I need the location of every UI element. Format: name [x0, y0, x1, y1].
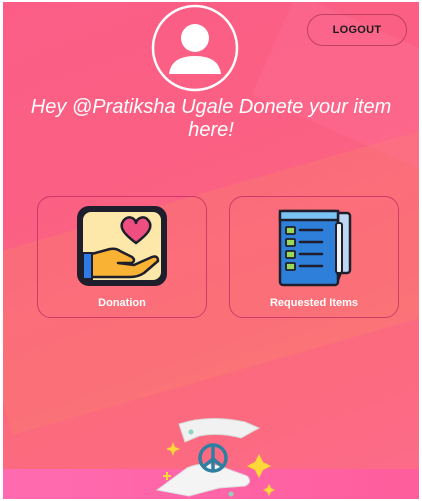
app-screen: LOGOUT Hey @Pratiksha Ugale Donete your … [3, 2, 419, 499]
checklist-icon [278, 209, 352, 287]
requested-items-card[interactable]: Requested Items [229, 196, 399, 318]
donation-label: Donation [98, 297, 146, 309]
requested-items-label: Requested Items [269, 297, 359, 309]
greeting-headline: Hey @Pratiksha Ugale Donete your item he… [30, 96, 392, 141]
donation-card[interactable]: Donation [37, 196, 207, 318]
peace-hands-icon [155, 417, 275, 497]
user-avatar-icon [151, 4, 239, 92]
heart-in-hand-icon [77, 206, 167, 286]
logout-button[interactable]: LOGOUT [307, 14, 407, 46]
